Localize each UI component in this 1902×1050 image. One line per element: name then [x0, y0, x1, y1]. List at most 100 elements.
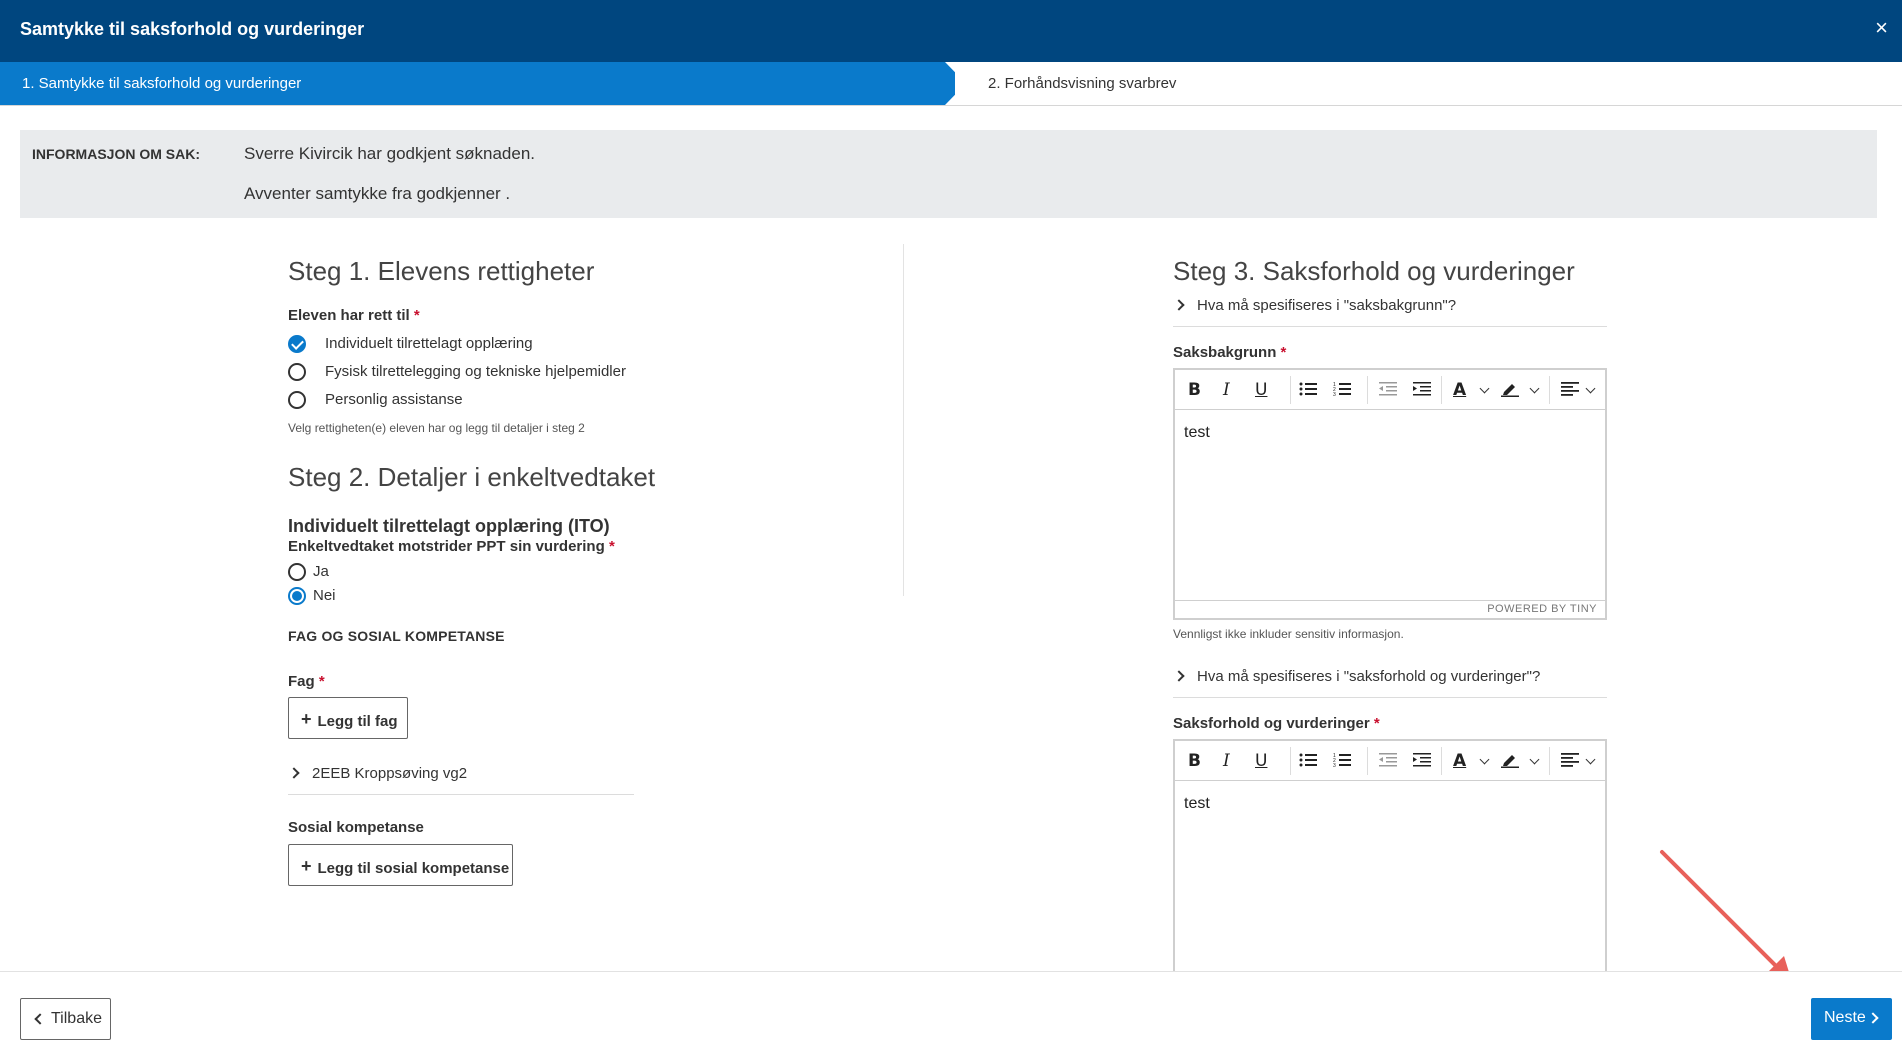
- chevron-right-icon: [1173, 670, 1185, 682]
- checkbox-label: Individuelt tilrettelagt opplæring: [325, 335, 533, 352]
- chevron-left-icon: [34, 1013, 46, 1025]
- bold-button[interactable]: B: [1188, 379, 1201, 401]
- steg2-heading: Steg 2. Detaljer i enkeltvedtaket: [288, 462, 656, 492]
- saksforhold-content[interactable]: test: [1175, 781, 1605, 827]
- help-saksbakgrunn-expander[interactable]: Hva må spesifiseres i "saksbakgrunn"?: [1173, 297, 1457, 314]
- powered-by-tiny: POWERED BY TINY: [1175, 600, 1605, 618]
- divider: [1173, 326, 1607, 327]
- sosial-field-label: Sosial kompetanse: [288, 819, 424, 836]
- saksbakgrunn-editor[interactable]: B I U 123 A test POWERED BY TINY: [1173, 368, 1607, 620]
- toolbar-separator: [1441, 747, 1442, 775]
- divider: [288, 794, 634, 795]
- required-marker: *: [1373, 715, 1380, 732]
- toolbar-separator: [1290, 747, 1291, 775]
- next-button[interactable]: Neste: [1811, 998, 1892, 1040]
- highlight-icon[interactable]: [1501, 381, 1519, 397]
- help-saksbakgrunn-text: Hva må spesifiseres i "saksbakgrunn"?: [1197, 297, 1457, 314]
- add-sosial-button[interactable]: + Legg til sosial kompetanse: [288, 844, 513, 886]
- fag-item-label: 2EEB Kroppsøving vg2: [312, 765, 468, 782]
- case-info-label: INFORMASJON OM SAK:: [32, 146, 200, 162]
- rights-hint: Velg rettigheten(e) eleven har og legg t…: [288, 421, 585, 435]
- back-label: Tilbake: [51, 1010, 102, 1027]
- close-icon[interactable]: ×: [1875, 17, 1888, 39]
- italic-button[interactable]: I: [1223, 750, 1230, 772]
- checkbox-icon[interactable]: [288, 335, 306, 353]
- required-marker: *: [318, 673, 325, 690]
- add-fag-label: Legg til fag: [317, 713, 398, 730]
- bold-button[interactable]: B: [1188, 750, 1201, 772]
- highlight-icon[interactable]: [1501, 752, 1519, 768]
- required-marker: *: [1280, 344, 1287, 361]
- align-icon[interactable]: [1561, 752, 1579, 768]
- divider: [1173, 697, 1607, 698]
- add-fag-button[interactable]: + Legg til fag: [288, 697, 408, 739]
- wizard-stepper: 1. Samtykke til saksforhold og vurdering…: [0, 62, 1902, 106]
- fag-item-expander[interactable]: 2EEB Kroppsøving vg2: [288, 765, 468, 782]
- chevron-down-icon[interactable]: [1479, 754, 1490, 765]
- ito-subheading: Individuelt tilrettelagt opplæring (ITO): [288, 516, 610, 536]
- toolbar-separator: [1549, 376, 1550, 404]
- indent-icon[interactable]: [1413, 381, 1431, 397]
- plus-icon: +: [301, 856, 312, 876]
- underline-button[interactable]: U: [1255, 379, 1267, 401]
- next-label: Neste: [1824, 1009, 1866, 1026]
- saksbakgrunn-label: Saksbakgrunn *: [1173, 344, 1286, 361]
- outdent-icon[interactable]: [1379, 381, 1397, 397]
- chevron-down-icon[interactable]: [1585, 754, 1596, 765]
- saksforhold-editor[interactable]: B I U 123 A test: [1173, 739, 1607, 972]
- fag-field-label: Fag *: [288, 673, 325, 690]
- align-icon[interactable]: [1561, 381, 1579, 397]
- annotation-arrow-icon: [1660, 850, 1792, 982]
- chevron-down-icon[interactable]: [1529, 383, 1540, 394]
- italic-button[interactable]: I: [1223, 379, 1230, 401]
- rights-field-label: Eleven har rett til *: [288, 307, 420, 324]
- case-info-line-1: Sverre Kivircik har godkjent søknaden.: [244, 144, 536, 163]
- numbered-list-icon[interactable]: 123: [1333, 752, 1351, 768]
- fag-label-text: Fag: [288, 673, 315, 690]
- saksbakgrunn-label-text: Saksbakgrunn: [1173, 344, 1277, 361]
- indent-icon[interactable]: [1413, 752, 1431, 768]
- outdent-icon[interactable]: [1379, 752, 1397, 768]
- add-sosial-label: Legg til sosial kompetanse: [317, 860, 510, 877]
- steg3-heading: Steg 3. Saksforhold og vurderinger: [1173, 256, 1575, 286]
- editor-toolbar: B I U 123 A: [1175, 370, 1605, 410]
- saksbakgrunn-content[interactable]: test: [1175, 410, 1605, 456]
- checkbox-icon[interactable]: [288, 363, 306, 381]
- toolbar-separator: [1367, 376, 1368, 404]
- chevron-right-icon: [1173, 299, 1185, 311]
- steg1-heading: Steg 1. Elevens rettigheter: [288, 256, 595, 286]
- checkbox-icon[interactable]: [288, 391, 306, 409]
- checkbox-label: Fysisk tilrettelegging og tekniske hjelp…: [325, 363, 626, 380]
- chevron-right-icon: [288, 767, 300, 779]
- toolbar-separator: [1367, 747, 1368, 775]
- rights-label-text: Eleven har rett til: [288, 307, 410, 324]
- checkbox-label: Personlig assistanse: [325, 391, 463, 408]
- required-marker: *: [413, 307, 420, 324]
- text-color-icon[interactable]: A: [1453, 379, 1466, 401]
- bullet-list-icon[interactable]: [1299, 381, 1317, 397]
- case-info-line-2: Avventer samtykke fra godkjenner .: [244, 184, 511, 203]
- help-saksforhold-expander[interactable]: Hva må spesifiseres i "saksforhold og vu…: [1173, 668, 1540, 685]
- chevron-down-icon[interactable]: [1479, 383, 1490, 394]
- chevron-down-icon[interactable]: [1585, 383, 1596, 394]
- dialog-header: Samtykke til saksforhold og vurderinger …: [0, 0, 1902, 62]
- radio-icon[interactable]: [288, 563, 306, 581]
- bullet-list-icon[interactable]: [1299, 752, 1317, 768]
- back-button[interactable]: Tilbake: [20, 998, 111, 1040]
- sensitive-info-note: Vennligst ikke inkluder sensitiv informa…: [1173, 627, 1404, 641]
- column-divider: [903, 244, 904, 596]
- toolbar-separator: [1549, 747, 1550, 775]
- step-2[interactable]: 2. Forhåndsvisning svarbrev: [988, 75, 1176, 92]
- dialog-footer: Tilbake Neste: [0, 971, 1902, 1050]
- plus-icon: +: [301, 709, 312, 729]
- radio-icon[interactable]: [288, 587, 306, 605]
- numbered-list-icon[interactable]: 123: [1333, 381, 1351, 397]
- underline-button[interactable]: U: [1255, 750, 1267, 772]
- saksforhold-label: Saksforhold og vurderinger *: [1173, 715, 1380, 732]
- saksforhold-label-text: Saksforhold og vurderinger: [1173, 715, 1370, 732]
- text-color-icon[interactable]: A: [1453, 750, 1466, 772]
- chevron-down-icon[interactable]: [1529, 754, 1540, 765]
- editor-toolbar: B I U 123 A: [1175, 741, 1605, 781]
- step-1-active[interactable]: 1. Samtykke til saksforhold og vurdering…: [0, 62, 955, 105]
- case-info-panel: INFORMASJON OM SAK: Sverre Kivircik har …: [20, 130, 1877, 218]
